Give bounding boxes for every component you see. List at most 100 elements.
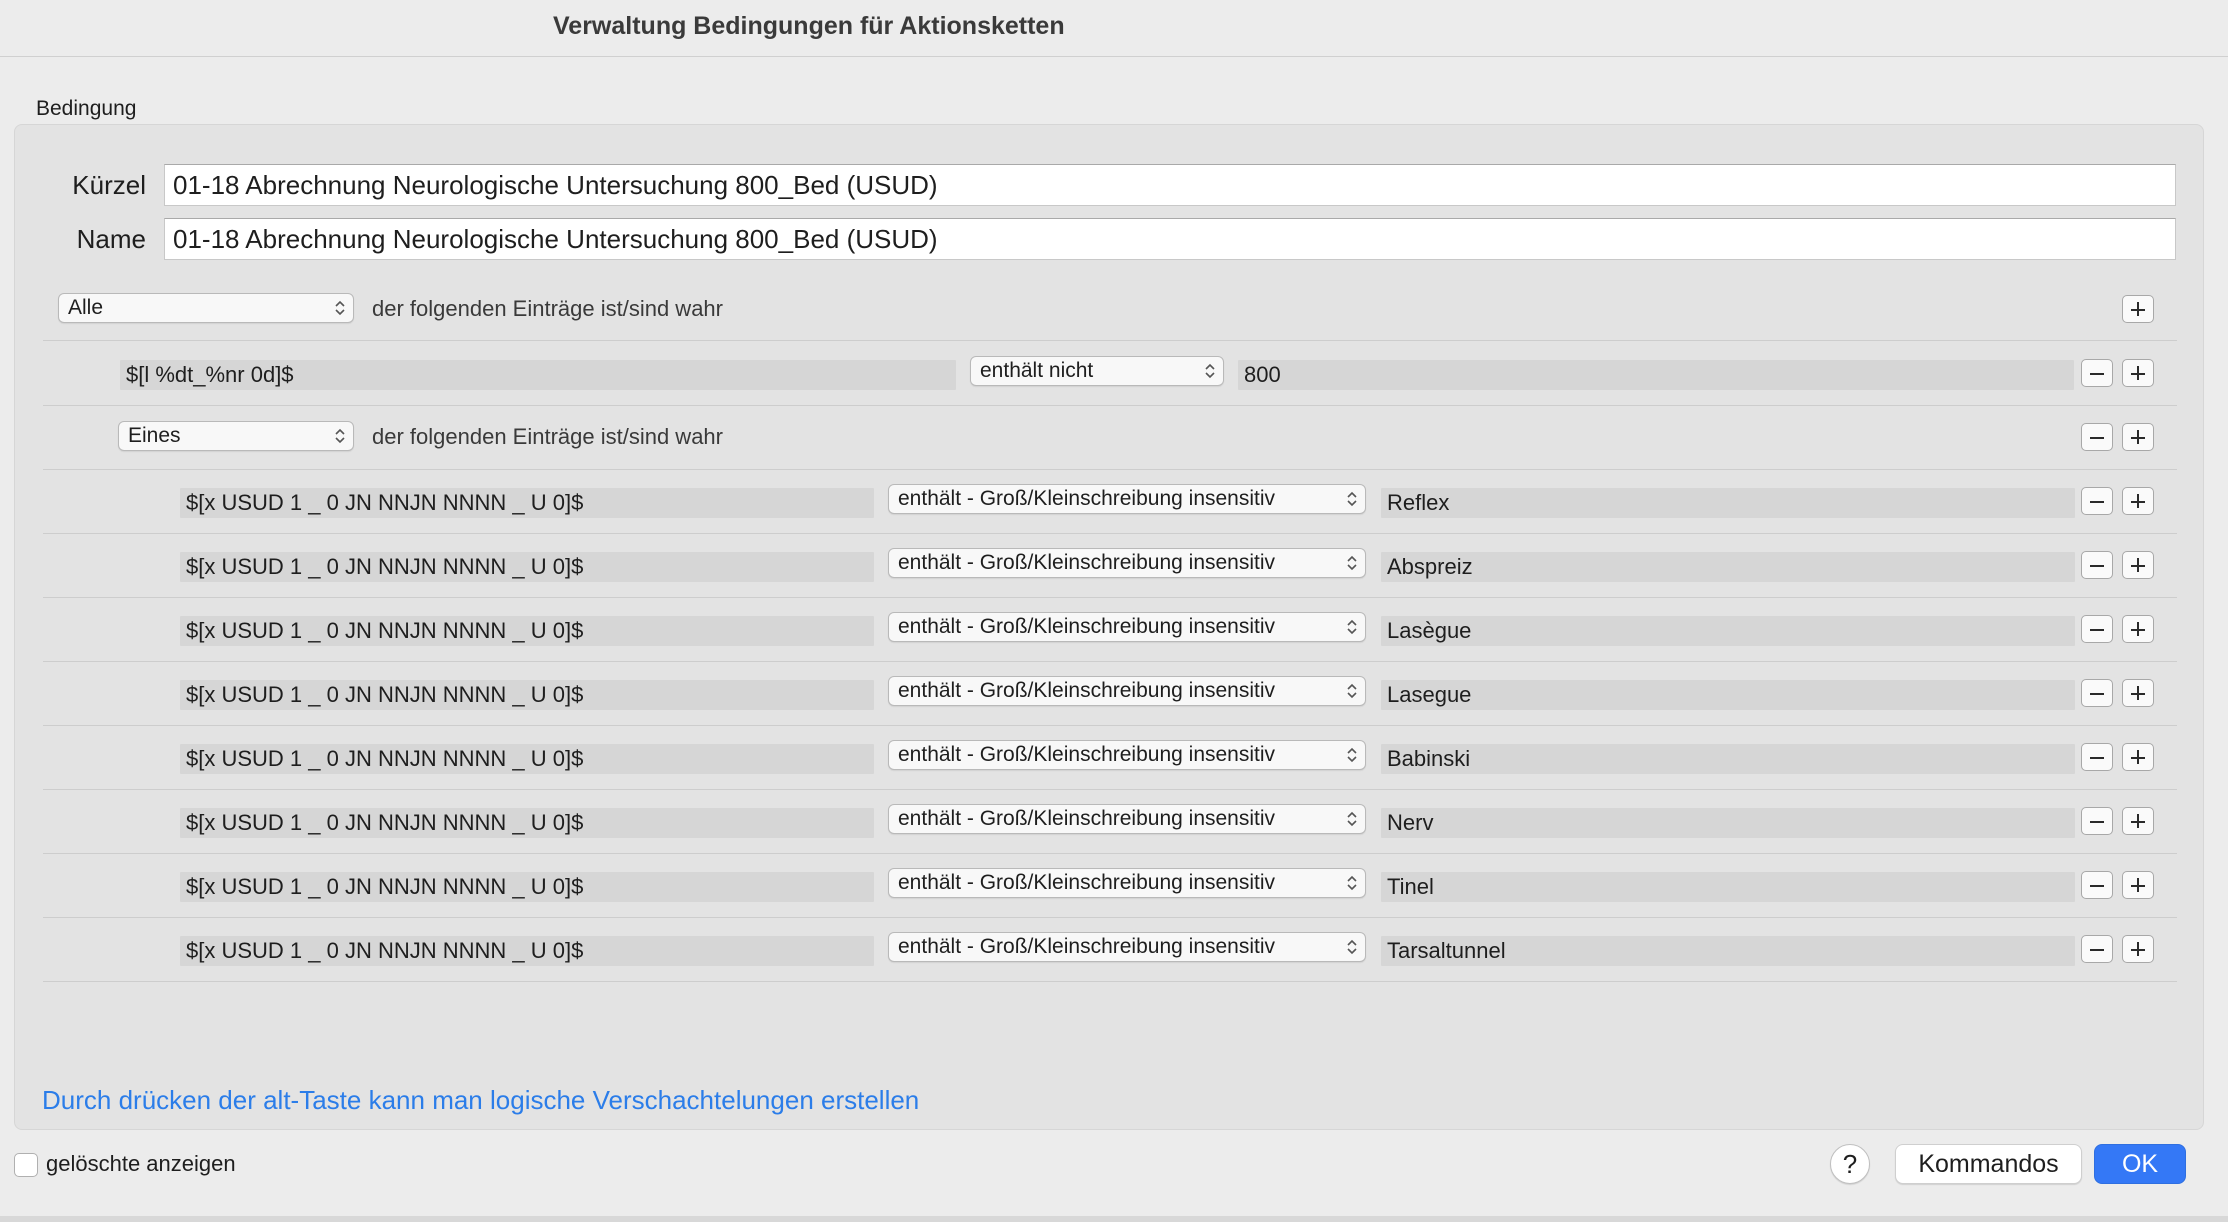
subgroup-quantifier-value: Eines [128,424,181,447]
separator [43,853,2177,854]
group-label: Bedingung [36,97,137,120]
subrule-value[interactable]: Abspreiz [1381,552,2075,582]
subrule-operator-value: enthält - Groß/Kleinschreibung insensiti… [898,487,1276,510]
subgroup-quantifier-popup[interactable]: Eines [118,421,354,451]
subrule-operator-popup[interactable]: enthält - Groß/Kleinschreibung insensiti… [888,612,1366,642]
root-quantifier-popup[interactable]: Alle [58,293,354,323]
title-bar: Verwaltung Bedingungen für Aktionsketten [0,0,2228,57]
up-down-chevron-icon [1347,939,1357,955]
separator [43,917,2177,918]
rule1-value[interactable]: 800 [1238,360,2074,390]
remove-subgroup-button[interactable] [2081,423,2113,451]
subrule-variable[interactable]: $[x USUD 1 _ 0 JN NNJN NNNN _ U 0]$ [180,616,874,646]
rule1-operator-popup[interactable]: enthält nicht [970,356,1224,386]
subrule-variable[interactable]: $[x USUD 1 _ 0 JN NNJN NNNN _ U 0]$ [180,744,874,774]
up-down-chevron-icon [335,428,345,444]
show-deleted-label[interactable]: gelöschte anzeigen [46,1151,236,1177]
rule1-operator-value: enthält nicht [980,359,1094,382]
subrule-operator-popup[interactable]: enthält - Groß/Kleinschreibung insensiti… [888,548,1366,578]
help-button[interactable]: ? [1830,1144,1870,1184]
up-down-chevron-icon [335,300,345,316]
subrule-operator-popup[interactable]: enthält - Groß/Kleinschreibung insensiti… [888,868,1366,898]
subrule-value[interactable]: Reflex [1381,488,2075,518]
subrule-operator-value: enthält - Groß/Kleinschreibung insensiti… [898,743,1276,766]
up-down-chevron-icon [1347,491,1357,507]
show-deleted-checkbox[interactable] [14,1153,38,1177]
subrule-operator-value: enthält - Groß/Kleinschreibung insensiti… [898,679,1276,702]
add-subrule-button[interactable] [2122,935,2154,963]
name-label: Name [76,224,146,254]
add-rule1-button[interactable] [2122,359,2154,387]
subrule-variable[interactable]: $[x USUD 1 _ 0 JN NNJN NNNN _ U 0]$ [180,552,874,582]
up-down-chevron-icon [1347,619,1357,635]
root-condition-text: der folgenden Einträge ist/sind wahr [372,296,723,321]
subrule-operator-popup[interactable]: enthält - Groß/Kleinschreibung insensiti… [888,804,1366,834]
short-field[interactable] [164,164,2176,206]
add-subrule-button[interactable] [2122,743,2154,771]
remove-subrule-button[interactable] [2081,551,2113,579]
remove-subrule-button[interactable] [2081,935,2113,963]
subrule-operator-value: enthält - Groß/Kleinschreibung insensiti… [898,871,1276,894]
window-bottom-edge [0,1216,2228,1222]
ok-button[interactable]: OK [2094,1144,2186,1184]
subrule-operator-popup[interactable]: enthält - Groß/Kleinschreibung insensiti… [888,484,1366,514]
add-subrule-button[interactable] [2122,615,2154,643]
add-subgroup-button[interactable] [2122,423,2154,451]
root-quantifier-value: Alle [68,296,104,319]
add-subrule-button[interactable] [2122,487,2154,515]
window-title: Verwaltung Bedingungen für Aktionsketten [553,12,1065,40]
rule1-variable[interactable]: $[l %dt_%nr 0d]$ [120,360,956,390]
name-field[interactable] [164,218,2176,260]
subrule-operator-popup[interactable]: enthält - Groß/Kleinschreibung insensiti… [888,676,1366,706]
up-down-chevron-icon [1205,363,1215,379]
up-down-chevron-icon [1347,875,1357,891]
nesting-hint: Durch drücken der alt-Taste kann man log… [42,1085,920,1115]
add-subrule-button[interactable] [2122,807,2154,835]
subrule-variable[interactable]: $[x USUD 1 _ 0 JN NNJN NNNN _ U 0]$ [180,680,874,710]
subrule-variable[interactable]: $[x USUD 1 _ 0 JN NNJN NNNN _ U 0]$ [180,936,874,966]
separator [43,340,2177,341]
subrule-value[interactable]: Lasègue [1381,616,2075,646]
remove-subrule-button[interactable] [2081,807,2113,835]
separator [43,725,2177,726]
subrule-variable[interactable]: $[x USUD 1 _ 0 JN NNJN NNNN _ U 0]$ [180,808,874,838]
subrule-variable[interactable]: $[x USUD 1 _ 0 JN NNJN NNNN _ U 0]$ [180,872,874,902]
add-root-button[interactable] [2122,295,2154,323]
separator [43,469,2177,470]
remove-rule1-button[interactable] [2081,359,2113,387]
subrule-operator-popup[interactable]: enthält - Groß/Kleinschreibung insensiti… [888,740,1366,770]
subrule-operator-popup[interactable]: enthält - Groß/Kleinschreibung insensiti… [888,932,1366,962]
question-mark-icon: ? [1842,1149,1858,1179]
subrule-value[interactable]: Nerv [1381,808,2075,838]
separator [43,981,2177,982]
separator [43,597,2177,598]
subrule-operator-value: enthält - Groß/Kleinschreibung insensiti… [898,551,1276,574]
separator [43,405,2177,406]
commands-button[interactable]: Kommandos [1895,1144,2082,1184]
remove-subrule-button[interactable] [2081,743,2113,771]
add-subrule-button[interactable] [2122,551,2154,579]
subrule-value[interactable]: Babinski [1381,744,2075,774]
up-down-chevron-icon [1347,747,1357,763]
short-label: Kürzel [72,170,146,200]
subrule-operator-value: enthält - Groß/Kleinschreibung insensiti… [898,935,1276,958]
separator [43,661,2177,662]
subrule-value[interactable]: Tinel [1381,872,2075,902]
subrule-value[interactable]: Tarsaltunnel [1381,936,2075,966]
add-subrule-button[interactable] [2122,679,2154,707]
subrule-variable[interactable]: $[x USUD 1 _ 0 JN NNJN NNNN _ U 0]$ [180,488,874,518]
up-down-chevron-icon [1347,555,1357,571]
remove-subrule-button[interactable] [2081,871,2113,899]
remove-subrule-button[interactable] [2081,679,2113,707]
up-down-chevron-icon [1347,811,1357,827]
add-subrule-button[interactable] [2122,871,2154,899]
separator [43,533,2177,534]
subrule-operator-value: enthält - Groß/Kleinschreibung insensiti… [898,615,1276,638]
subrule-value[interactable]: Lasegue [1381,680,2075,710]
separator [43,789,2177,790]
up-down-chevron-icon [1347,683,1357,699]
remove-subrule-button[interactable] [2081,487,2113,515]
remove-subrule-button[interactable] [2081,615,2113,643]
subgroup-condition-text: der folgenden Einträge ist/sind wahr [372,424,723,449]
subrule-operator-value: enthält - Groß/Kleinschreibung insensiti… [898,807,1276,830]
